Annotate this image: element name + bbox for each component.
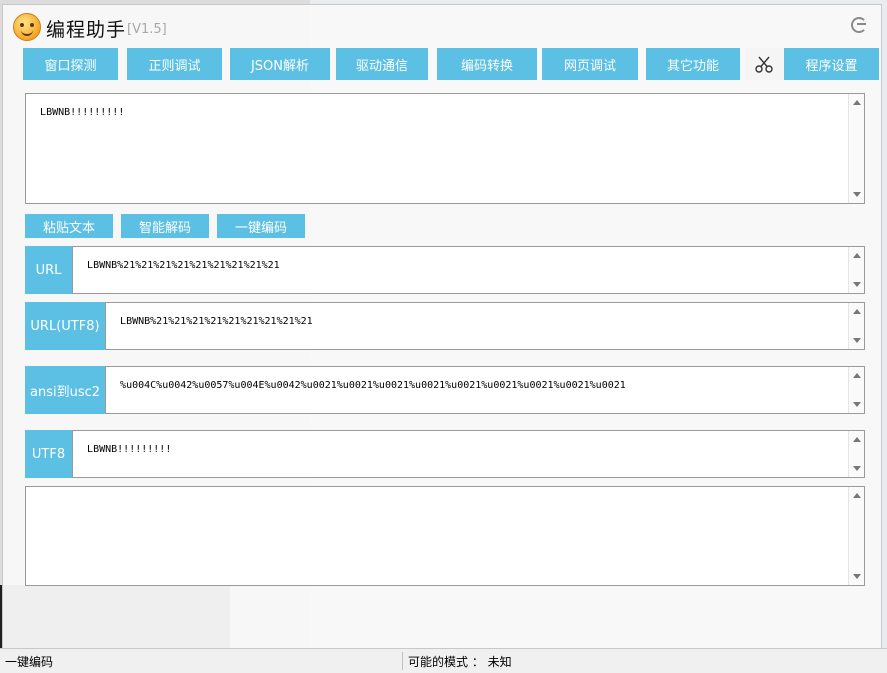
utf8-label: UTF8 (25, 430, 72, 478)
smart-decode-button[interactable]: 智能解码 (121, 214, 209, 238)
url-label: URL (25, 246, 72, 294)
exit-icon[interactable] (851, 17, 867, 33)
tab-driver-comm[interactable]: 驱动通信 (336, 48, 428, 80)
scrollbar[interactable] (848, 431, 864, 477)
status-bar: 一键编码 可能的模式 ： 未知 (0, 648, 887, 673)
ansi-usc2-output-text: %u004C%u0042%u0057%u004E%u0042%u0021%u00… (120, 380, 626, 391)
tab-web-debug[interactable]: 网页调试 (542, 48, 638, 80)
scroll-down-icon[interactable] (853, 282, 861, 287)
tab-json-parse[interactable]: JSON解析 (230, 48, 330, 80)
utf8-output-text: LBWNB!!!!!!!!! (87, 444, 172, 455)
url-utf8-label: URL(UTF8) (25, 302, 105, 350)
status-divider (402, 652, 403, 670)
tab-settings[interactable]: 程序设置 (784, 48, 879, 80)
tab-other-functions[interactable]: 其它功能 (646, 48, 740, 80)
scroll-up-icon[interactable] (853, 373, 861, 378)
app-title: 编程助手 (46, 19, 127, 41)
url-utf8-output-text: LBWNB%21%21%21%21%21%21%21%21%21 (120, 316, 313, 327)
scroll-down-icon[interactable] (853, 192, 861, 197)
scroll-down-icon[interactable] (853, 574, 861, 579)
ansi-usc2-output[interactable]: %u004C%u0042%u0057%u004E%u0042%u0021%u00… (105, 366, 865, 414)
scroll-down-icon[interactable] (853, 402, 861, 407)
scissor-tab[interactable] (745, 48, 783, 80)
scrollbar[interactable] (848, 367, 864, 413)
scroll-up-icon[interactable] (853, 309, 861, 314)
url-output-text: LBWNB%21%21%21%21%21%21%21%21%21 (87, 260, 280, 271)
scrollbar[interactable] (848, 94, 864, 203)
scroll-up-icon[interactable] (853, 100, 861, 105)
app-version: [V1.5] (127, 22, 167, 37)
status-current-action: 一键编码 (5, 655, 54, 669)
source-input-text: LBWNB!!!!!!!!! (40, 107, 125, 118)
tab-encoding-convert[interactable]: 编码转换 (437, 48, 537, 80)
title-bar: 编程助手 [V1.5] (3, 5, 881, 45)
app-logo-icon (13, 13, 41, 41)
paste-text-button[interactable]: 粘贴文本 (25, 214, 113, 238)
scissors-icon (755, 56, 773, 73)
scroll-down-icon[interactable] (853, 466, 861, 471)
tab-regex-debug[interactable]: 正则调试 (127, 48, 222, 80)
url-utf8-output[interactable]: LBWNB%21%21%21%21%21%21%21%21%21 (105, 302, 865, 350)
url-output[interactable]: LBWNB%21%21%21%21%21%21%21%21%21 (72, 246, 865, 294)
scrollbar[interactable] (848, 247, 864, 293)
tab-window-detect[interactable]: 窗口探测 (23, 48, 118, 80)
scroll-up-icon[interactable] (853, 493, 861, 498)
scroll-down-icon[interactable] (853, 338, 861, 343)
ansi-usc2-label: ansi到usc2 (25, 366, 105, 414)
result-output[interactable] (25, 486, 865, 586)
source-input[interactable]: LBWNB!!!!!!!!! (25, 93, 865, 204)
utf8-output[interactable]: LBWNB!!!!!!!!! (72, 430, 865, 478)
scroll-up-icon[interactable] (853, 253, 861, 258)
scrollbar[interactable] (848, 303, 864, 349)
one-click-encode-button[interactable]: 一键编码 (217, 214, 305, 238)
status-detected-mode: 可能的模式 ： 未知 (408, 655, 512, 669)
scroll-up-icon[interactable] (853, 437, 861, 442)
scrollbar[interactable] (848, 487, 864, 585)
